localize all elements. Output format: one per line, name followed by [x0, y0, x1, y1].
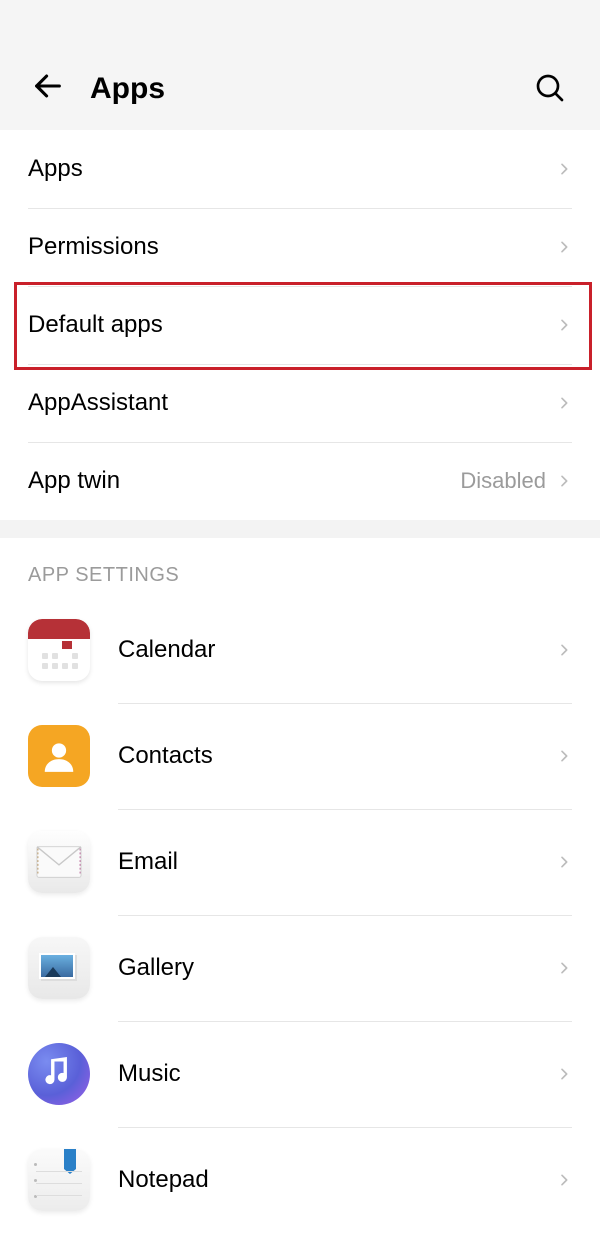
chevron-right-icon: [556, 239, 572, 255]
app-item-gallery[interactable]: Gallery: [0, 915, 600, 1021]
list-item-label: Apps: [28, 155, 556, 183]
search-button[interactable]: [530, 68, 570, 108]
chevron-right-icon: [556, 1172, 572, 1188]
list-item-label: AppAssistant: [28, 389, 556, 417]
section-divider: [0, 520, 600, 538]
app-item-email[interactable]: Email: [0, 809, 600, 915]
app-item-label: Email: [118, 848, 556, 876]
search-icon: [534, 72, 566, 104]
app-item-music[interactable]: Music: [0, 1021, 600, 1127]
list-item-permissions[interactable]: Permissions: [0, 208, 600, 286]
app-item-label: Contacts: [118, 742, 556, 770]
app-item-label: Gallery: [118, 954, 556, 982]
list-item-value: Disabled: [460, 468, 546, 494]
app-item-label: Notepad: [118, 1166, 556, 1194]
section-header: APP SETTINGS: [0, 538, 600, 597]
contacts-icon: [28, 725, 90, 787]
list-item-default-apps[interactable]: Default apps: [0, 286, 600, 364]
chevron-right-icon: [556, 854, 572, 870]
list-item-label: App twin: [28, 467, 460, 495]
app-item-calendar[interactable]: Calendar: [0, 597, 600, 703]
chevron-right-icon: [556, 642, 572, 658]
list-item-apps[interactable]: Apps: [0, 130, 600, 208]
chevron-right-icon: [556, 748, 572, 764]
chevron-right-icon: [556, 317, 572, 333]
list-item-label: Permissions: [28, 233, 556, 261]
app-list: Calendar Contacts Email Gallery Music: [0, 597, 600, 1233]
list-item-app-twin[interactable]: App twin Disabled: [0, 442, 600, 520]
header: Apps: [0, 0, 600, 130]
app-item-notepad[interactable]: Notepad: [0, 1127, 600, 1233]
app-item-label: Music: [118, 1060, 556, 1088]
chevron-right-icon: [556, 1066, 572, 1082]
page-title: Apps: [90, 72, 165, 106]
chevron-right-icon: [556, 473, 572, 489]
list-item-appassistant[interactable]: AppAssistant: [0, 364, 600, 442]
calendar-icon: [28, 619, 90, 681]
app-item-label: Calendar: [118, 636, 556, 664]
notepad-icon: [28, 1149, 90, 1211]
list-item-label: Default apps: [28, 311, 556, 339]
arrow-left-icon: [31, 69, 65, 103]
main-list: Apps Permissions Default apps AppAssista…: [0, 130, 600, 520]
gallery-icon: [28, 937, 90, 999]
chevron-right-icon: [556, 395, 572, 411]
chevron-right-icon: [556, 161, 572, 177]
email-icon: [28, 831, 90, 893]
chevron-right-icon: [556, 960, 572, 976]
back-button[interactable]: [28, 66, 68, 106]
app-item-contacts[interactable]: Contacts: [0, 703, 600, 809]
music-icon: [28, 1043, 90, 1105]
